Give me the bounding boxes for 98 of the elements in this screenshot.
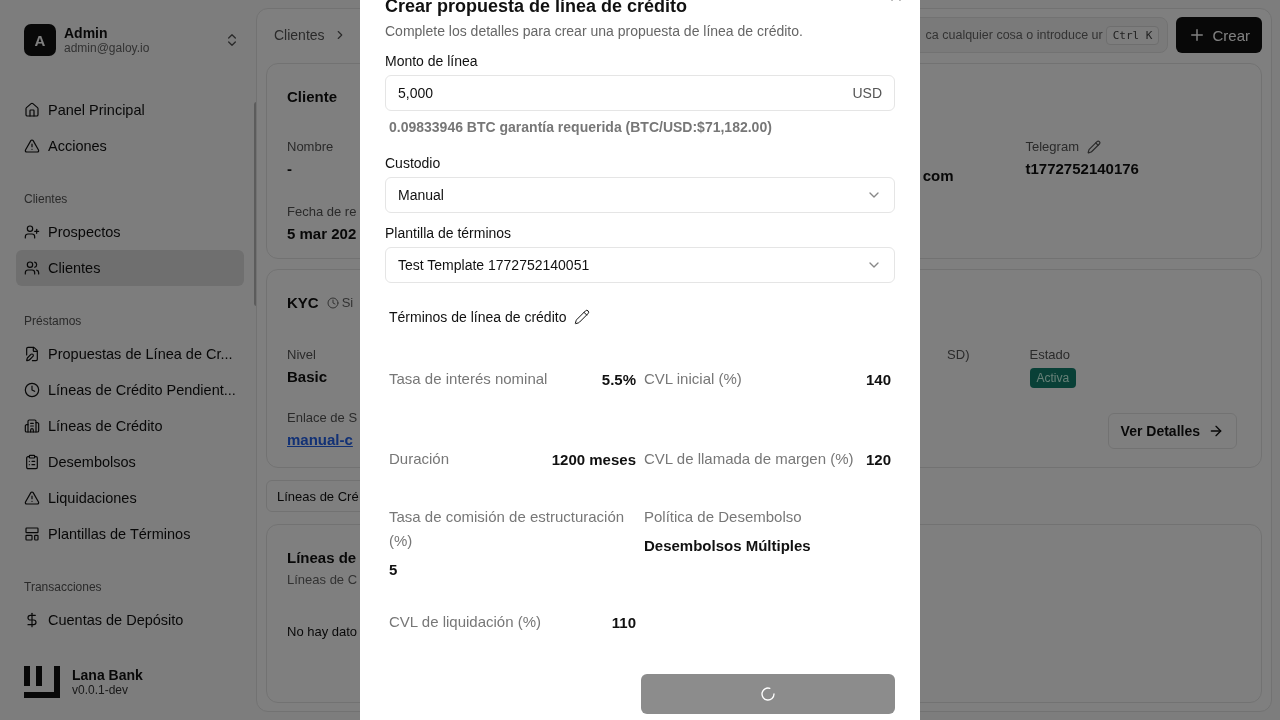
input-value: 5,000 xyxy=(398,85,434,101)
nav-item[interactable]: Desembolsos xyxy=(16,444,244,480)
card-title: Líneas de xyxy=(287,549,357,566)
nav-icon xyxy=(24,260,40,276)
nav-icon xyxy=(24,382,40,398)
spinner-icon xyxy=(760,686,776,702)
field-value: 5 mar 202 xyxy=(287,225,357,242)
nav-label: Prospectos xyxy=(48,224,121,240)
nav-label: Líneas de Crédito Pendient... xyxy=(48,382,236,398)
term-value: 120 xyxy=(865,450,891,468)
nav-label: Propuestas de Línea de Cr... xyxy=(48,346,233,362)
nav-item[interactable]: Clientes xyxy=(16,250,244,286)
dialog-description: Complete los detalles para crear una propuesta de línea de crédito. xyxy=(385,23,804,39)
term-label: Tasa de interés nominal xyxy=(389,369,548,389)
field-value: - xyxy=(287,160,292,177)
nav-item[interactable]: Liquidaciones xyxy=(16,480,244,516)
term-label: Política de Desembolso xyxy=(644,507,803,527)
nav-icon xyxy=(24,102,40,118)
nav-icon xyxy=(24,418,40,434)
term-value: Desembolsos Múltiples xyxy=(644,537,812,554)
select-value: Manual xyxy=(398,187,444,203)
select-value: Test Template 1772752140051 xyxy=(398,257,590,273)
user-email: admin@galoy.io xyxy=(64,41,151,55)
version-label: v0.0.1-dev xyxy=(72,683,130,697)
nav-item[interactable]: Plantillas de Términos xyxy=(16,516,244,552)
term-value: 5.5% xyxy=(601,370,636,388)
term-label: Duración xyxy=(389,449,450,469)
field-label: Monto de línea xyxy=(385,53,479,69)
currency-label: USD xyxy=(852,85,882,101)
nav-item[interactable]: Panel Principal xyxy=(16,92,244,128)
field-label: Enlace de S xyxy=(287,410,358,425)
nav-label: Líneas de Crédito xyxy=(48,418,163,434)
field-value: com xyxy=(922,167,954,184)
term-label: CVL de llamada de margen (%) xyxy=(644,449,854,469)
template-select[interactable]: Test Template 1772752140051 xyxy=(385,247,895,283)
field-label: Fecha de re xyxy=(287,204,357,219)
nav-icon xyxy=(24,138,40,154)
details-button[interactable]: Ver Detalles xyxy=(1107,413,1237,449)
avatar: A xyxy=(24,24,56,56)
term-value: 1200 meses xyxy=(551,450,636,468)
card-title: Cliente xyxy=(287,88,337,105)
card-subtitle: Líneas de C xyxy=(287,572,358,589)
field-value: t1772752140176 xyxy=(1025,160,1139,177)
term-value: 140 xyxy=(865,370,891,388)
nav-item[interactable]: Cuentas de Depósito xyxy=(16,602,244,638)
section-title: Transacciones xyxy=(23,580,103,594)
nav-icon xyxy=(24,454,40,470)
term-value: 5 xyxy=(389,561,399,578)
brand-name: Lana Bank xyxy=(72,667,143,683)
nav-item[interactable]: Líneas de Crédito Pendient... xyxy=(16,372,244,408)
field-label: Plantilla de términos xyxy=(385,225,513,241)
field-label: Nivel xyxy=(287,347,316,362)
nav-icon xyxy=(24,490,40,506)
status-label: Si xyxy=(341,295,354,310)
nav-icon xyxy=(24,612,40,628)
field-label: Telegram xyxy=(1025,139,1079,154)
breadcrumb-link[interactable]: Clientes xyxy=(274,27,325,43)
nav-icon xyxy=(24,526,40,542)
collateral-note: 0.09833946 BTC garantía requerida (BTC/USD:$71,182.00) xyxy=(389,119,773,135)
nav-label: Clientes xyxy=(48,260,101,276)
nav-item[interactable]: Líneas de Crédito xyxy=(16,408,244,444)
nav-label: Plantillas de Términos xyxy=(48,526,191,542)
field-value: Basic xyxy=(287,368,328,385)
clock-icon xyxy=(326,296,339,309)
create-button[interactable]: Crear xyxy=(1176,17,1262,53)
pencil-icon[interactable] xyxy=(574,309,591,325)
section-title: Préstamos xyxy=(23,314,83,328)
empty-message: No hay dato xyxy=(287,624,358,639)
verification-link[interactable]: manual-c xyxy=(287,431,353,448)
search-placeholder: ca cualquier cosa o introduce ur xyxy=(925,28,1103,42)
term-label: Tasa de comisión de estructuración (%) xyxy=(389,507,626,551)
status-badge: Activa xyxy=(1029,368,1077,388)
card-title: KYC xyxy=(287,294,319,311)
field-label: Nombre xyxy=(287,139,334,154)
nav-label: Panel Principal xyxy=(48,102,145,118)
custodian-select[interactable]: Manual xyxy=(385,177,895,213)
term-value: 110 xyxy=(611,613,636,631)
section-title: Clientes xyxy=(23,192,69,206)
term-label: CVL de liquidación (%) xyxy=(389,612,542,632)
arrow-right-icon xyxy=(1208,423,1224,439)
nav-item[interactable]: Propuestas de Línea de Cr... xyxy=(16,336,244,372)
field-label: Estado xyxy=(1029,347,1070,362)
field-label: Custodio xyxy=(385,155,442,171)
nav-item[interactable]: Acciones xyxy=(16,128,244,164)
field-label: SD) xyxy=(947,347,970,362)
term-label: CVL inicial (%) xyxy=(644,369,742,389)
user-name: Admin xyxy=(64,25,109,41)
nav-label: Cuentas de Depósito xyxy=(48,612,184,628)
nav-item[interactable]: Prospectos xyxy=(16,214,244,250)
nav-label: Liquidaciones xyxy=(48,490,137,506)
terms-title: Términos de línea de crédito xyxy=(389,309,567,325)
shortcut-key: Ctrl K xyxy=(1105,25,1160,45)
nav-label: Desembolsos xyxy=(48,454,136,470)
nav-icon xyxy=(24,224,40,240)
nav-label: Acciones xyxy=(48,138,107,154)
logo-icon xyxy=(24,666,60,698)
amount-input[interactable]: 5,000 USD xyxy=(385,75,895,111)
nav-icon xyxy=(24,346,40,362)
